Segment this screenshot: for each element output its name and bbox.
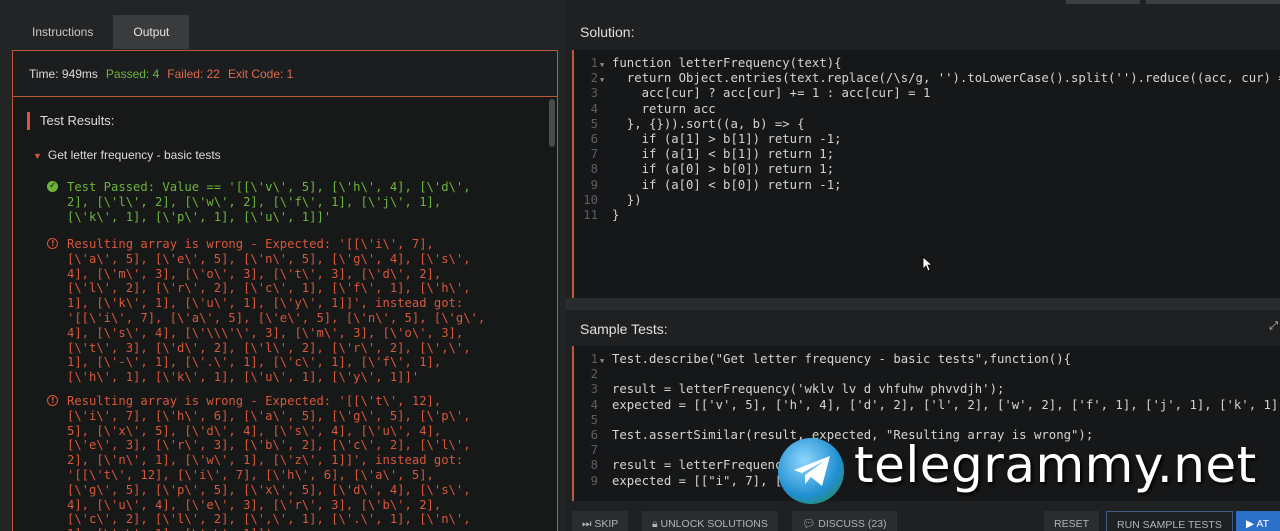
discuss-label: DISCUSS (23) bbox=[818, 518, 887, 530]
output-panel: Instructions Output Time: 949ms Passed: … bbox=[0, 0, 566, 531]
code-text: if (a[1] > b[1]) return -1; bbox=[612, 131, 842, 146]
code-text: result = letterFrequency(' bbox=[612, 458, 805, 473]
code-text: acc[cur] ? acc[cur] += 1 : acc[cur] = 1 bbox=[612, 86, 931, 101]
watermark-text: telegrammy.net bbox=[854, 436, 1257, 494]
skip-button[interactable]: ⏭ SKIP bbox=[572, 511, 629, 531]
line-number: 1 bbox=[590, 352, 598, 366]
line-number: 11 bbox=[583, 207, 598, 222]
watermark: telegrammy.net bbox=[778, 436, 1268, 506]
top-toolbar-button[interactable] bbox=[1146, 0, 1280, 4]
code-text: if (a[0] < b[0]) return -1; bbox=[612, 177, 842, 192]
tab-instructions[interactable]: Instructions bbox=[12, 15, 113, 49]
fold-icon[interactable]: ▼ bbox=[600, 58, 604, 73]
code-text: } bbox=[612, 207, 620, 222]
line-number: 9 bbox=[590, 177, 598, 192]
unlock-solutions-label: UNLOCK SOLUTIONS bbox=[660, 518, 768, 530]
output-frame: Time: 949ms Passed: 4 Failed: 22 Exit Co… bbox=[12, 50, 558, 531]
test-results[interactable]: Test Results: ▼ Get letter frequency - ba… bbox=[13, 98, 547, 531]
line-number: 4 bbox=[590, 397, 598, 412]
code-text: Test.describe("Get letter frequency - ba… bbox=[612, 352, 1072, 366]
code-text: }) bbox=[612, 192, 642, 207]
line-number: 10 bbox=[583, 192, 598, 207]
code-text: result = letterFrequency('wklv lv d vhfu… bbox=[612, 382, 1005, 397]
code-text: if (a[1] < b[1]) return 1; bbox=[612, 147, 835, 162]
line-number: 3 bbox=[590, 382, 598, 397]
unlock-solutions-button[interactable]: 🔒︎ UNLOCK SOLUTIONS bbox=[642, 511, 778, 531]
tab-output[interactable]: Output bbox=[113, 15, 190, 49]
exit-code: Exit Code: 1 bbox=[227, 66, 294, 81]
chat-icon: 💬︎ bbox=[802, 518, 819, 530]
bottom-toolbar: ⏭ SKIP 🔒︎ UNLOCK SOLUTIONS 💬︎ DISCUSS (2… bbox=[566, 511, 1280, 531]
alert-circle-icon bbox=[47, 394, 58, 409]
alert-circle-icon bbox=[47, 237, 58, 252]
line-number: 6 bbox=[590, 427, 598, 442]
editor-splitter[interactable] bbox=[566, 298, 1280, 310]
fold-icon[interactable]: ▼ bbox=[600, 73, 604, 88]
test-message-failed: Resulting array is wrong - Expected: '[[… bbox=[47, 394, 471, 531]
test-group-title[interactable]: ▼ Get letter frequency - basic tests bbox=[33, 148, 221, 162]
line-number: 5 bbox=[590, 116, 598, 131]
kata-trainer: Instructions Output Time: 949ms Passed: … bbox=[0, 0, 1280, 531]
results-scrollbar[interactable] bbox=[547, 99, 555, 529]
expand-icon[interactable]: ⤢ bbox=[1269, 320, 1278, 333]
code-text: }, {})).sort((a, b) => { bbox=[612, 116, 805, 131]
caret-down-icon: ▼ bbox=[33, 151, 42, 161]
results-scroll-thumb[interactable] bbox=[549, 99, 555, 147]
line-number: 6 bbox=[590, 131, 598, 146]
code-text: expected = [['v', 5], ['h', 4], ['d', 2]… bbox=[612, 397, 1280, 412]
test-message-passed: Test Passed: Value == '[[\'v\', 5], [\'h… bbox=[47, 179, 471, 239]
fold-icon[interactable]: ▼ bbox=[600, 354, 604, 369]
test-results-header: Test Results: bbox=[27, 112, 114, 130]
panel-tabs: Instructions Output bbox=[12, 15, 190, 49]
line-number: 2 bbox=[590, 367, 598, 382]
failed-count: Failed: 22 bbox=[167, 66, 220, 81]
solution-title: Solution: bbox=[580, 24, 635, 40]
line-number: 7 bbox=[590, 443, 598, 458]
reset-button[interactable]: RESET bbox=[1044, 511, 1100, 531]
run-summary: Time: 949ms Passed: 4 Failed: 22 Exit Co… bbox=[13, 51, 557, 97]
test-message-text: Resulting array is wrong - Expected: '[[… bbox=[67, 394, 471, 531]
code-text: function letterFrequency(text){ bbox=[612, 56, 842, 70]
lock-icon: 🔒︎ bbox=[652, 518, 661, 530]
play-icon: ▶ bbox=[1246, 518, 1257, 530]
line-number: 7 bbox=[590, 147, 598, 162]
code-text: return Object.entries(text.replace(/\s/g… bbox=[612, 71, 1280, 86]
line-number: 3 bbox=[590, 86, 598, 101]
code-text: expected = [["i", 7], [" bbox=[612, 473, 790, 488]
line-number: 5 bbox=[590, 412, 598, 427]
discuss-button[interactable]: 💬︎ DISCUSS (23) bbox=[792, 511, 897, 531]
line-number: 8 bbox=[590, 458, 598, 473]
test-message-text: Resulting array is wrong - Expected: '[[… bbox=[67, 237, 486, 385]
run-time: Time: 949ms bbox=[29, 66, 98, 81]
skip-icon: ⏭ bbox=[582, 518, 595, 530]
mouse-pointer-icon bbox=[922, 256, 932, 272]
code-text: if (a[0] > b[0]) return 1; bbox=[612, 162, 835, 177]
line-number: 9 bbox=[590, 473, 598, 488]
top-toolbar-button[interactable] bbox=[1066, 0, 1140, 4]
line-number: 4 bbox=[590, 101, 598, 116]
line-number: 8 bbox=[590, 162, 598, 177]
run-sample-tests-button[interactable]: RUN SAMPLE TESTS bbox=[1106, 511, 1233, 531]
passed-count: Passed: 4 bbox=[105, 66, 160, 81]
skip-label: SKIP bbox=[594, 518, 619, 530]
test-message-failed: Resulting array is wrong - Expected: '[[… bbox=[47, 237, 485, 384]
test-group-label: Get letter frequency - basic tests bbox=[47, 148, 221, 162]
telegram-logo-icon bbox=[778, 438, 844, 504]
sample-tests-title: Sample Tests: bbox=[580, 321, 668, 337]
test-message-text: Test Passed: Value == '[[\'v\', 5], [\'h… bbox=[67, 180, 471, 224]
code-text: return acc bbox=[612, 101, 716, 116]
line-number: 1 bbox=[590, 56, 598, 70]
attempt-button[interactable]: ▶ AT bbox=[1236, 511, 1280, 531]
paper-plane-icon bbox=[794, 456, 830, 486]
check-circle-icon bbox=[47, 179, 58, 194]
attempt-label: AT bbox=[1256, 518, 1270, 530]
line-number: 2 bbox=[590, 71, 598, 86]
